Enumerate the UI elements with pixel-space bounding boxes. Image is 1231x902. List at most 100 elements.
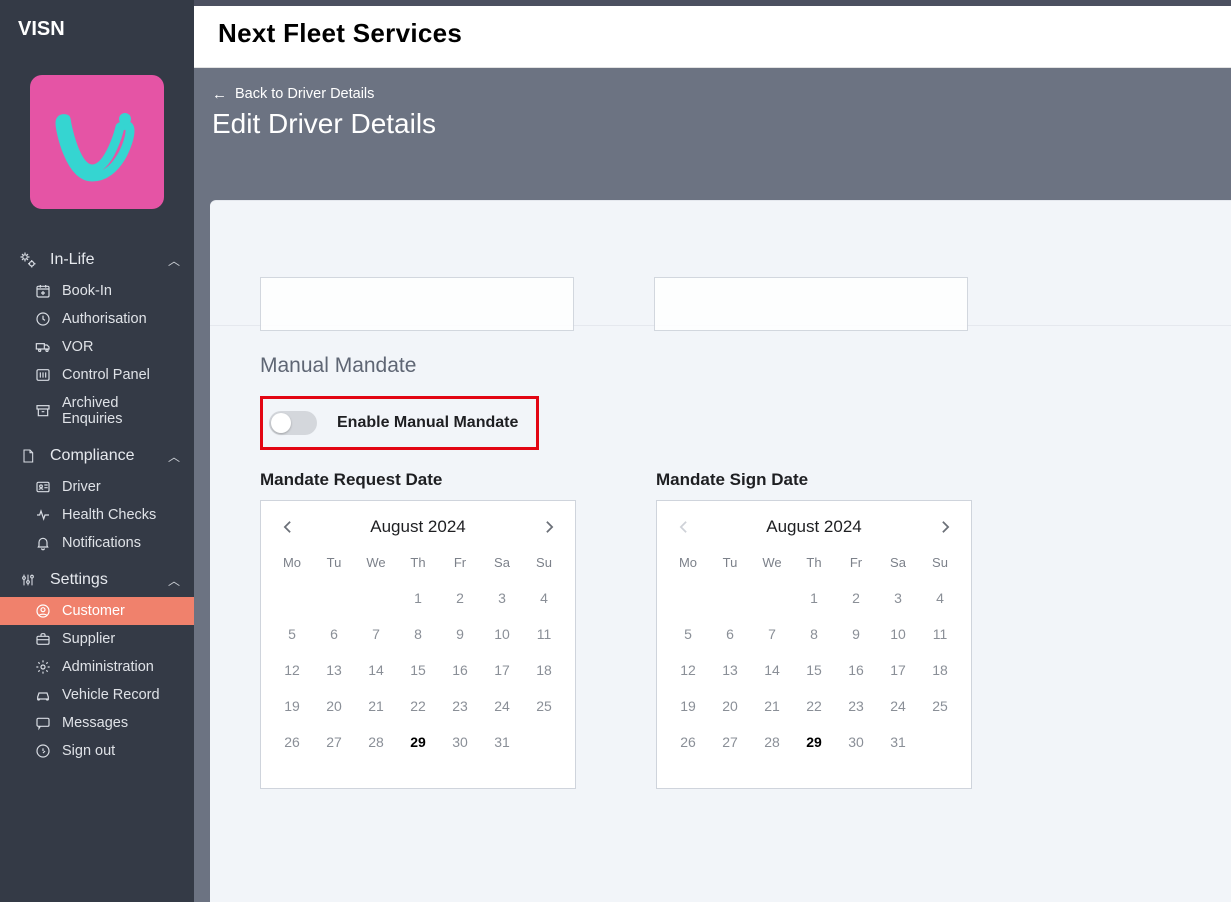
- text-input[interactable]: [260, 277, 574, 331]
- calendar-day[interactable]: 6: [313, 616, 355, 652]
- content: Next Fleet Services ← Back to Driver Det…: [194, 0, 1231, 902]
- calendar-day[interactable]: 22: [397, 688, 439, 724]
- calendar-day[interactable]: 9: [835, 616, 877, 652]
- calendar-weekday: Th: [793, 549, 835, 580]
- nav-section-compliance[interactable]: Compliance ︿: [0, 439, 194, 473]
- calendar-day[interactable]: 24: [877, 688, 919, 724]
- calendar-day[interactable]: 31: [877, 724, 919, 760]
- nav-item-supplier[interactable]: Supplier: [0, 625, 194, 653]
- calendar-day[interactable]: 9: [439, 616, 481, 652]
- calendar-day[interactable]: 21: [751, 688, 793, 724]
- calendar-day[interactable]: 19: [271, 688, 313, 724]
- calendar-next-button[interactable]: [537, 515, 561, 539]
- nav-item-label: Health Checks: [62, 507, 180, 523]
- calendar-day[interactable]: 4: [919, 580, 961, 616]
- enable-manual-mandate-toggle[interactable]: [269, 411, 317, 435]
- calendar-day[interactable]: 14: [751, 652, 793, 688]
- nav-section-in-life[interactable]: In-Life ︿: [0, 243, 194, 277]
- nav-item-driver[interactable]: Driver: [0, 473, 194, 501]
- calendar-day[interactable]: 21: [355, 688, 397, 724]
- calendar-day[interactable]: 11: [523, 616, 565, 652]
- calendar-day[interactable]: 20: [313, 688, 355, 724]
- calendar-day[interactable]: 29: [397, 724, 439, 760]
- calendar-day[interactable]: 5: [667, 616, 709, 652]
- calendar-day[interactable]: 16: [835, 652, 877, 688]
- calendar-day[interactable]: 12: [667, 652, 709, 688]
- nav-item-archived-enquiries[interactable]: Archived Enquiries: [0, 389, 194, 433]
- nav-item-vehicle-record[interactable]: Vehicle Record: [0, 681, 194, 709]
- calendar-day[interactable]: 28: [355, 724, 397, 760]
- calendar-day[interactable]: 3: [481, 580, 523, 616]
- calendar-day[interactable]: 13: [313, 652, 355, 688]
- calendar-weekday: Tu: [709, 549, 751, 580]
- calendar-prev-button: [671, 515, 695, 539]
- gear-icon: [34, 659, 52, 675]
- text-input[interactable]: [654, 277, 968, 331]
- calendar-day[interactable]: 14: [355, 652, 397, 688]
- calendar-day[interactable]: 15: [793, 652, 835, 688]
- calendar-day[interactable]: 2: [835, 580, 877, 616]
- calendar-day[interactable]: 27: [709, 724, 751, 760]
- nav-item-control-panel[interactable]: Control Panel: [0, 361, 194, 389]
- calendar-day[interactable]: 15: [397, 652, 439, 688]
- nav-item-notifications[interactable]: Notifications: [0, 529, 194, 557]
- nav-item-book-in[interactable]: Book-In: [0, 277, 194, 305]
- calendar-day[interactable]: 4: [523, 580, 565, 616]
- calendar-day[interactable]: 7: [751, 616, 793, 652]
- nav-item-authorisation[interactable]: Authorisation: [0, 305, 194, 333]
- calendar-day[interactable]: 22: [793, 688, 835, 724]
- calendar-day[interactable]: 10: [877, 616, 919, 652]
- calendar-day[interactable]: 31: [481, 724, 523, 760]
- nav-item-administration[interactable]: Administration: [0, 653, 194, 681]
- calendar-day[interactable]: 27: [313, 724, 355, 760]
- calendar-day[interactable]: 18: [919, 652, 961, 688]
- calendar-day[interactable]: 7: [355, 616, 397, 652]
- calendar-weekday: Mo: [667, 549, 709, 580]
- calendar-day[interactable]: 11: [919, 616, 961, 652]
- manual-mandate-section: Manual Mandate Enable Manual Mandate Man…: [210, 326, 1231, 829]
- sliders-icon: [34, 367, 52, 383]
- nav-item-messages[interactable]: Messages: [0, 709, 194, 737]
- calendar-prev-button[interactable]: [275, 515, 299, 539]
- calendar-day[interactable]: 24: [481, 688, 523, 724]
- calendar-day[interactable]: 30: [835, 724, 877, 760]
- back-to-driver-details-link[interactable]: ← Back to Driver Details: [212, 86, 1231, 102]
- calendar-day[interactable]: 1: [793, 580, 835, 616]
- calendar-day[interactable]: 2: [439, 580, 481, 616]
- calendar-day[interactable]: 30: [439, 724, 481, 760]
- nav-item-health-checks[interactable]: Health Checks: [0, 501, 194, 529]
- calendar-day[interactable]: 26: [271, 724, 313, 760]
- calendar-day[interactable]: 1: [397, 580, 439, 616]
- calendar-day[interactable]: 25: [523, 688, 565, 724]
- calendar-day[interactable]: 3: [877, 580, 919, 616]
- nav-item-label: VOR: [62, 339, 180, 355]
- calendar-day[interactable]: 17: [877, 652, 919, 688]
- calendar-day[interactable]: 13: [709, 652, 751, 688]
- calendar-day[interactable]: 10: [481, 616, 523, 652]
- calendar-day[interactable]: 28: [751, 724, 793, 760]
- calendar-day[interactable]: 23: [439, 688, 481, 724]
- gears-icon: [18, 251, 38, 269]
- calendar-day[interactable]: 5: [271, 616, 313, 652]
- calendar-day[interactable]: 6: [709, 616, 751, 652]
- nav-section-settings[interactable]: Settings ︿: [0, 563, 194, 597]
- calendar-day[interactable]: 8: [397, 616, 439, 652]
- calendar-day[interactable]: 17: [481, 652, 523, 688]
- calendar-day[interactable]: 18: [523, 652, 565, 688]
- calendar-day[interactable]: 23: [835, 688, 877, 724]
- calendar-day[interactable]: 12: [271, 652, 313, 688]
- nav-item-label: Control Panel: [62, 367, 180, 383]
- calendar-day[interactable]: 19: [667, 688, 709, 724]
- calendar-next-button[interactable]: [933, 515, 957, 539]
- calendar-day[interactable]: 26: [667, 724, 709, 760]
- calendar-day[interactable]: 25: [919, 688, 961, 724]
- nav-item-sign-out[interactable]: Sign out: [0, 737, 194, 765]
- mandate-request-calendar: August 2024 MoTuWeThFrSaSu 1234567891011…: [260, 500, 576, 789]
- calendar-empty-cell: [919, 724, 961, 760]
- calendar-day[interactable]: 16: [439, 652, 481, 688]
- calendar-day[interactable]: 20: [709, 688, 751, 724]
- nav-item-vor[interactable]: VOR: [0, 333, 194, 361]
- nav-item-customer[interactable]: Customer: [0, 597, 194, 625]
- calendar-day[interactable]: 29: [793, 724, 835, 760]
- calendar-day[interactable]: 8: [793, 616, 835, 652]
